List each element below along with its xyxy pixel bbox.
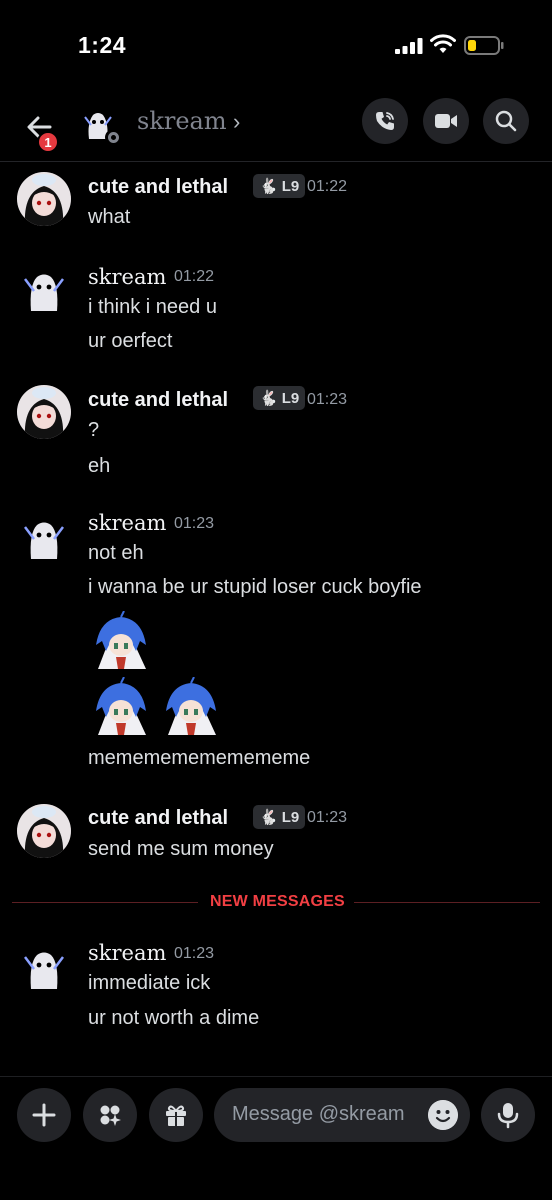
konata-sticker-icon[interactable] [160, 677, 222, 739]
message-text: eh [88, 455, 111, 477]
message-text: what [88, 206, 131, 228]
anime-girl-avatar-icon [17, 385, 71, 439]
timestamp: 01:22 [307, 178, 348, 195]
channel-title[interactable]: skream [137, 107, 227, 135]
message-input[interactable]: Message @skream [214, 1088, 470, 1142]
timestamp: 01:22 [174, 268, 215, 285]
gift-icon [166, 1105, 186, 1126]
konata-sticker-icon[interactable] [90, 611, 152, 673]
author-name[interactable]: cute and lethal [88, 389, 228, 412]
message-text: ? [88, 419, 100, 441]
avatar[interactable] [17, 263, 71, 317]
apps-button[interactable] [83, 1088, 137, 1142]
wifi-icon [430, 34, 456, 53]
tag-label: L9 [281, 177, 300, 195]
gift-button[interactable] [149, 1088, 203, 1142]
composer-divider [0, 1076, 552, 1077]
status-time: 1:24 [78, 32, 127, 58]
message-text: immediate ick [88, 972, 211, 994]
new-messages-divider: NEW MESSAGES [12, 893, 540, 913]
phone-icon [376, 112, 394, 130]
timestamp: 01:23 [174, 945, 215, 962]
ghost-avatar-icon [17, 263, 71, 317]
avatar[interactable] [17, 511, 71, 565]
search-icon [495, 110, 517, 132]
rabbit-icon: 🐇 [259, 390, 278, 407]
unread-badge: 1 [37, 131, 59, 153]
message-text: i think i need u [88, 296, 217, 318]
search-button[interactable] [483, 98, 529, 144]
header-divider [0, 161, 552, 162]
avatar[interactable] [17, 385, 71, 439]
voice-message-button[interactable] [481, 1088, 535, 1142]
signal-icon [395, 38, 423, 54]
status-bar: 1:24 [0, 0, 552, 90]
apps-icon [100, 1105, 121, 1126]
voice-call-button[interactable] [362, 98, 408, 144]
author-name[interactable]: skream [88, 511, 166, 535]
message-text: send me sum money [88, 838, 274, 860]
video-call-button[interactable] [423, 98, 469, 144]
chevron-right-icon[interactable]: › [233, 109, 240, 135]
user-tag: 🐇 L9 [253, 805, 306, 829]
battery-icon [464, 36, 504, 55]
timestamp: 01:23 [307, 391, 348, 408]
offline-status-icon [105, 129, 122, 146]
plus-icon [32, 1103, 56, 1127]
user-tag: 🐇 L9 [253, 386, 306, 410]
rabbit-icon: 🐇 [259, 809, 278, 826]
timestamp: 01:23 [307, 809, 348, 826]
author-name[interactable]: cute and lethal [88, 807, 228, 830]
add-attachment-button[interactable] [17, 1088, 71, 1142]
new-messages-label: NEW MESSAGES [210, 893, 345, 910]
anime-girl-avatar-icon [17, 804, 71, 858]
avatar[interactable] [17, 804, 71, 858]
microphone-icon [497, 1103, 519, 1129]
chat-header: 1 skream › [0, 95, 552, 161]
timestamp: 01:23 [174, 515, 215, 532]
message-text: not eh [88, 542, 144, 564]
message-text: memememememememe [88, 747, 311, 769]
rabbit-icon: 🐇 [259, 178, 278, 195]
tag-label: L9 [281, 808, 300, 826]
message-text: ur not worth a dime [88, 1007, 260, 1029]
message-text: ur oerfect [88, 330, 173, 352]
message-input-placeholder: Message @skream [232, 1103, 405, 1125]
author-name[interactable]: cute and lethal [88, 176, 228, 199]
user-tag: 🐇 L9 [253, 174, 306, 198]
emoji-icon[interactable] [428, 1100, 458, 1130]
message-text: i wanna be ur stupid loser cuck boyfie [88, 576, 422, 598]
tag-label: L9 [281, 389, 300, 407]
ghost-avatar-icon [17, 511, 71, 565]
konata-sticker-icon[interactable] [90, 677, 152, 739]
author-name[interactable]: skream [88, 941, 166, 965]
anime-girl-avatar-icon [17, 172, 71, 226]
video-icon [435, 114, 457, 128]
avatar[interactable] [17, 941, 71, 995]
ghost-avatar-icon [17, 941, 71, 995]
avatar[interactable] [17, 172, 71, 226]
author-name[interactable]: skream [88, 265, 166, 289]
